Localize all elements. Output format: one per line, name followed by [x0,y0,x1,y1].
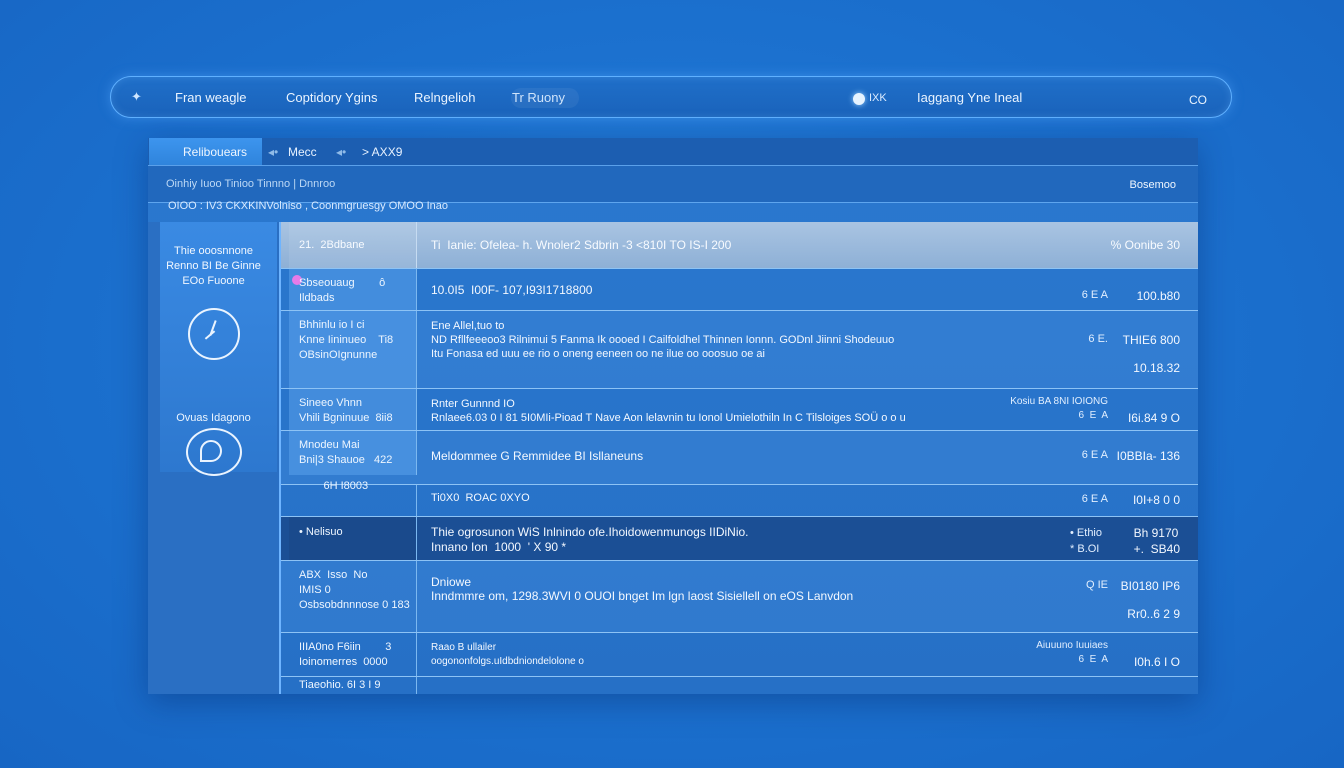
row-category: • Nelisuo [289,517,417,560]
row-description: Ti Ianie: Ofelea- h. Wnoler2 Sdbrin -3 <… [431,238,732,252]
table-row-selected[interactable]: • Nelisuo Thie ogrosunon WiS Inlnindo of… [281,517,1198,561]
table-row[interactable]: Mnodeu Mai Bni|3 Shauoe 422 Meldommee G … [281,431,1198,485]
row-category-text: Tiaeohio. 6I 3 I 9 [299,679,381,691]
sidebar-desc-line-2: Renno BI Be Ginne [166,260,261,272]
table-row[interactable]: 6H I8003 Ti0X0 ROAC 0XYO 6 E A I0I+8 0 0 [281,480,1198,517]
tab-axx9[interactable]: > AXX9 [362,145,402,159]
row-value: Bh 9170 +. SB40 [1133,526,1180,556]
table-row[interactable]: ABX Isso No IMIS 0 Osbsobdnnnose 0 183 D… [281,561,1198,633]
tab-mecc[interactable]: Mecc [288,145,317,159]
row-category: ABX Isso No IMIS 0 Osbsobdnnnose 0 183 [289,561,417,632]
sidebar-desc-line-3: EOo Fuoone [182,275,245,287]
row-category: Sineeo Vhnn Vhili Bgninuue 8ii8 [289,389,417,430]
tab-separator-icon: ◂• [268,145,279,159]
row-value: I0BBIa- 136 [1116,449,1180,463]
row-category-text: • Nelisuo [299,526,343,538]
column-labels: Oinhiy Iuoo Tinioo Tinnno | Dnnroo [166,178,336,190]
info-text: OIOO : IV3 CKXKINVolniso , Coonmgruesgy … [168,200,449,212]
row-meta: Kosiu BA 8NI IOIONG 6 E A [1010,396,1108,421]
row-description: Ene Allel,tuo to ND Rfllfeeeoo3 Rilnimui… [431,320,895,360]
row-category: Mnodeu Mai Bni|3 Shauoe 422 [289,431,417,475]
table-row[interactable]: Sbseouaug ô Ildbads 10.0I5 I00F- 107,I93… [281,269,1198,311]
nav-item-1[interactable]: Fran weagle [175,90,247,105]
row-value: I0h.6 I O [1133,655,1180,669]
row-description: Meldommee G Remmidee BI Isllaneuns [431,449,644,463]
tab-active[interactable]: Relibouears [149,138,262,165]
row-meta: Aiuuuno Iuuiaes 6 E A [1036,640,1108,665]
row-category-text: IIIA0no F6iin 3 Ioinomerres 0000 [299,641,392,668]
table-row[interactable]: Sineeo Vhnn Vhili Bgninuue 8ii8 Rnter Gu… [281,389,1198,431]
row-category-text: 6H I8003 [299,480,369,492]
row-description: Rnter Gunnnd IO Rnlaee6.03 0 I 81 5I0MIi… [431,398,906,424]
nav-item-3[interactable]: Relngelioh [414,90,475,105]
record-list: 21. 2Bdbane Ti Ianie: Ofelea- h. Wnoler2… [281,222,1198,694]
row-meta: 6 E. [1088,333,1108,345]
row-meta: 6 E A [1081,449,1108,461]
row-category-text: ABX Isso No IMIS 0 Osbsobdnnnose 0 183 [299,569,410,611]
status-light-icon [853,93,865,105]
row-category: 21. 2Bdbane [289,222,417,268]
nav-item-4[interactable]: Tr Ruony [512,90,565,105]
row-category-text: 21. 2Bdbane [299,239,365,251]
row-category-text: Sbseouaug ô Ildbads [299,277,386,304]
row-category-text: Mnodeu Mai Bni|3 Shauoe 422 [299,439,393,466]
table-row[interactable]: IIIA0no F6iin 3 Ioinomerres 0000 Raao B … [281,633,1198,677]
row-value: THIE6 800 [1122,333,1180,347]
row-description: Ti0X0 ROAC 0XYO [431,492,530,504]
row-category-text: Sineeo Vhnn Vhili Bgninuue 8ii8 [299,397,393,424]
row-category: Tiaeohio. 6I 3 I 9 [289,677,417,694]
row-meta: • Ethio * B.OI [1070,527,1102,555]
nav-item-2[interactable]: Coptidory Ygins [286,90,378,105]
speed-dial-icon[interactable] [186,428,242,476]
region-selector[interactable]: Iaggang Yne Ineal [917,90,1022,105]
row-value: I6i.84 9 O [1127,411,1180,425]
row-category-text: Bhhinlu io I ci Knne Iininueo Ti8 OBsinO… [299,319,394,361]
clock-icon[interactable] [188,308,240,360]
table-row[interactable]: Bhhinlu io I ci Knne Iininueo Ti8 OBsinO… [281,311,1198,389]
row-description: Thie ogrosunon WiS Inlnindo ofe.Ihoidowe… [431,525,749,554]
row-value: BI0180 IP6 [1120,579,1180,593]
info-bar: OIOO : IV3 CKXKINVolniso , Coonmgruesgy … [148,194,1198,222]
app-logo-icon[interactable]: ✦ [131,89,142,105]
row-meta: 6 E A [1081,289,1108,301]
row-value: 100.b80 [1136,289,1180,303]
table-row[interactable]: 21. 2Bdbane Ti Ianie: Ofelea- h. Wnoler2… [281,222,1198,269]
column-extra[interactable]: Bosemoo [1130,179,1176,191]
row-category: Bhhinlu io I ci Knne Iininueo Ti8 OBsinO… [289,311,417,388]
row-value-secondary: 10.18.32 [1133,361,1180,375]
main-panel: Relibouears ◂• Mecc ◂• > AXX9 Oinhiy Iuo… [148,138,1198,694]
row-value-secondary: Rr0..6 2 9 [1127,607,1180,621]
sidebar-caption: Ovuas Idagono [176,412,251,424]
row-description: Dniowe Inndmmre om, 1298.3WVI 0 OUOI bng… [431,575,854,603]
row-meta: Q IE [1085,579,1108,591]
row-category: Sbseouaug ô Ildbads [289,269,417,310]
row-description: Raao B ullailer oogononfolgs.uIdbdnionde… [431,642,584,667]
tab-bar: Relibouears ◂• Mecc ◂• > AXX9 [148,138,1198,166]
top-navigation: ✦ Fran weagle Coptidory Ygins Relngelioh… [110,76,1232,118]
row-value: I0I+8 0 0 [1132,493,1180,507]
row-meta: 6 E A [1081,493,1108,505]
row-description: 10.0I5 I00F- 107,I93I1718800 [431,283,593,297]
table-row[interactable]: Tiaeohio. 6I 3 I 9 [281,677,1198,694]
sidebar: Thie ooosnnone Renno BI Be Ginne EOo Fuo… [148,222,281,694]
row-category: IIIA0no F6iin 3 Ioinomerres 0000 [289,633,417,676]
sidebar-desc-line-1: Thie ooosnnone [174,245,253,257]
tab-active-label: Relibouears [183,145,248,159]
row-category: 6H I8003 [289,480,417,516]
row-value: % Oonibe 30 [1110,238,1180,252]
status-label: IXK [869,92,887,104]
window-control-button[interactable]: CO [1189,93,1207,107]
sidebar-description: Thie ooosnnone Renno BI Be Ginne EOo Fuo… [148,244,279,289]
tab-arrow-icon: ◂• [336,145,347,159]
